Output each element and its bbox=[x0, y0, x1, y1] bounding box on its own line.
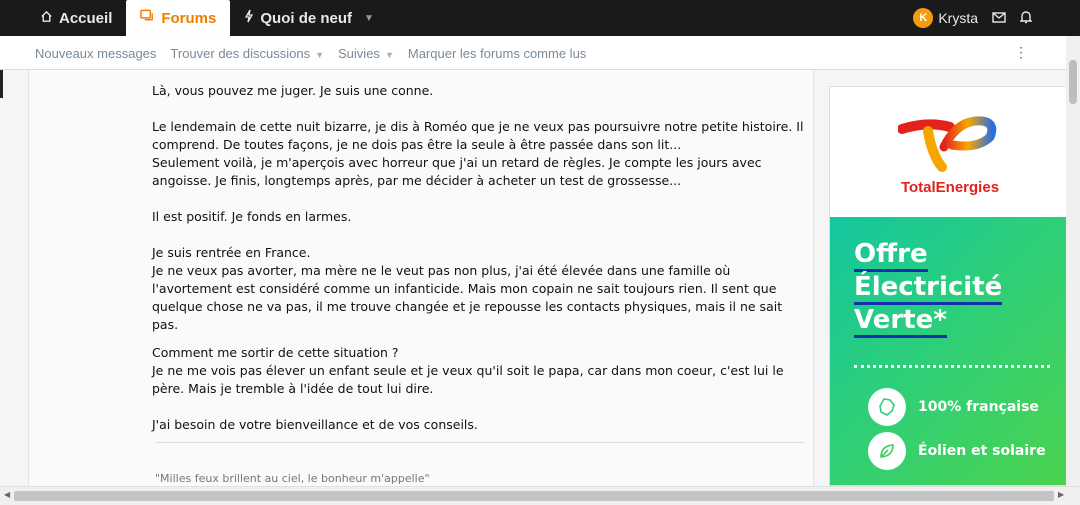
bolt-icon bbox=[244, 9, 254, 27]
chevron-down-icon[interactable]: ▼ bbox=[364, 13, 374, 24]
link-suivies[interactable]: Suivies ▼ bbox=[338, 46, 394, 61]
ad-headline: Offre Électricité Verte* bbox=[854, 239, 1003, 338]
post-body: Là, vous pouvez me juger. Je suis une co… bbox=[152, 82, 812, 452]
link-trouver-discussions[interactable]: Trouver des discussions ▼ bbox=[170, 46, 324, 61]
signature-divider bbox=[155, 442, 805, 443]
tab-forums[interactable]: Forums bbox=[126, 0, 231, 36]
chevron-down-icon: ▼ bbox=[315, 49, 325, 60]
tab-accueil[interactable]: Accueil bbox=[26, 0, 126, 36]
post-paragraph: Le lendemain de cette nuit bizarre, je d… bbox=[152, 119, 804, 188]
tab-quoi-de-neuf-label: Quoi de neuf bbox=[260, 9, 353, 27]
post-message: Là, vous pouvez me juger. Je suis une co… bbox=[28, 70, 814, 486]
link-trouver-discussions-label: Trouver des discussions bbox=[170, 45, 311, 61]
tab-accueil-label: Accueil bbox=[59, 9, 113, 27]
post-paragraph: Je suis rentrée en France. Je ne veux pa… bbox=[152, 245, 783, 332]
user-menu[interactable]: K Krysta bbox=[913, 8, 978, 28]
main-nav: Accueil Forums Quoi de neuf ▼ bbox=[26, 0, 388, 36]
ad-feature-label: Éolien et solaire bbox=[918, 443, 1046, 459]
ad-headline-line: Électricité bbox=[854, 272, 1003, 305]
ad-feature-label: 100% française bbox=[918, 399, 1039, 415]
vertical-scrollbar-thumb[interactable] bbox=[1069, 60, 1077, 104]
sub-navigation: Nouveaux messages Trouver des discussion… bbox=[0, 36, 1066, 70]
user-area: K Krysta bbox=[913, 0, 1033, 36]
vertical-scrollbar[interactable] bbox=[1066, 36, 1080, 486]
ad-feature-item: 100% française bbox=[868, 388, 1039, 426]
ad-dotted-divider bbox=[854, 365, 1050, 368]
france-map-icon bbox=[868, 388, 906, 426]
ad-headline-line: Offre bbox=[854, 239, 928, 272]
subnav-links: Nouveaux messages Trouver des discussion… bbox=[35, 36, 586, 70]
mail-icon[interactable] bbox=[992, 10, 1006, 26]
link-marquer-lus[interactable]: Marquer les forums comme lus bbox=[408, 46, 586, 61]
bell-icon[interactable] bbox=[1019, 10, 1033, 27]
link-nouveaux-messages[interactable]: Nouveaux messages bbox=[35, 46, 156, 61]
horizontal-scrollbar[interactable]: ◀ ▶ bbox=[0, 486, 1080, 505]
top-navigation-bar: Accueil Forums Quoi de neuf ▼ K Krysta bbox=[0, 0, 1080, 36]
post-paragraph: J'ai besoin de votre bienveillance et de… bbox=[152, 417, 478, 432]
ad-logo-area: TotalEnergies bbox=[830, 87, 1068, 217]
more-options-icon[interactable]: ⋮ bbox=[1014, 44, 1028, 61]
chevron-down-icon: ▼ bbox=[384, 49, 394, 60]
post-paragraph: Là, vous pouvez me juger. Je suis une co… bbox=[152, 83, 434, 98]
ad-headline-line: Verte* bbox=[854, 305, 947, 338]
post-paragraph: Il est positif. Je fonds en larmes. bbox=[152, 209, 352, 224]
horizontal-scrollbar-thumb[interactable] bbox=[14, 491, 1054, 501]
ad-brand-name: TotalEnergies bbox=[900, 179, 1000, 196]
ad-feature-item: Éolien et solaire bbox=[868, 432, 1046, 470]
username: Krysta bbox=[938, 10, 978, 26]
post-paragraph: Comment me sortir de cette situation ? J… bbox=[152, 345, 784, 396]
forums-icon bbox=[140, 9, 155, 27]
leaf-icon bbox=[868, 432, 906, 470]
tab-quoi-de-neuf[interactable]: Quoi de neuf ▼ bbox=[230, 0, 388, 36]
user-signature: "Milles feux brillent au ciel, le bonheu… bbox=[155, 472, 430, 485]
ad-offer-panel: Offre Électricité Verte* 100% française … bbox=[830, 217, 1068, 485]
totalenergies-logo-icon bbox=[897, 111, 1002, 178]
avatar: K bbox=[913, 8, 934, 28]
advertisement-banner[interactable]: TotalEnergies Offre Électricité Verte* 1… bbox=[829, 86, 1069, 486]
left-edge-bar bbox=[0, 70, 3, 98]
tab-forums-label: Forums bbox=[161, 9, 217, 27]
scroll-right-icon[interactable]: ▶ bbox=[1058, 490, 1064, 499]
scroll-left-icon[interactable]: ◀ bbox=[4, 490, 10, 499]
home-icon bbox=[40, 10, 53, 27]
link-suivies-label: Suivies bbox=[338, 45, 380, 61]
